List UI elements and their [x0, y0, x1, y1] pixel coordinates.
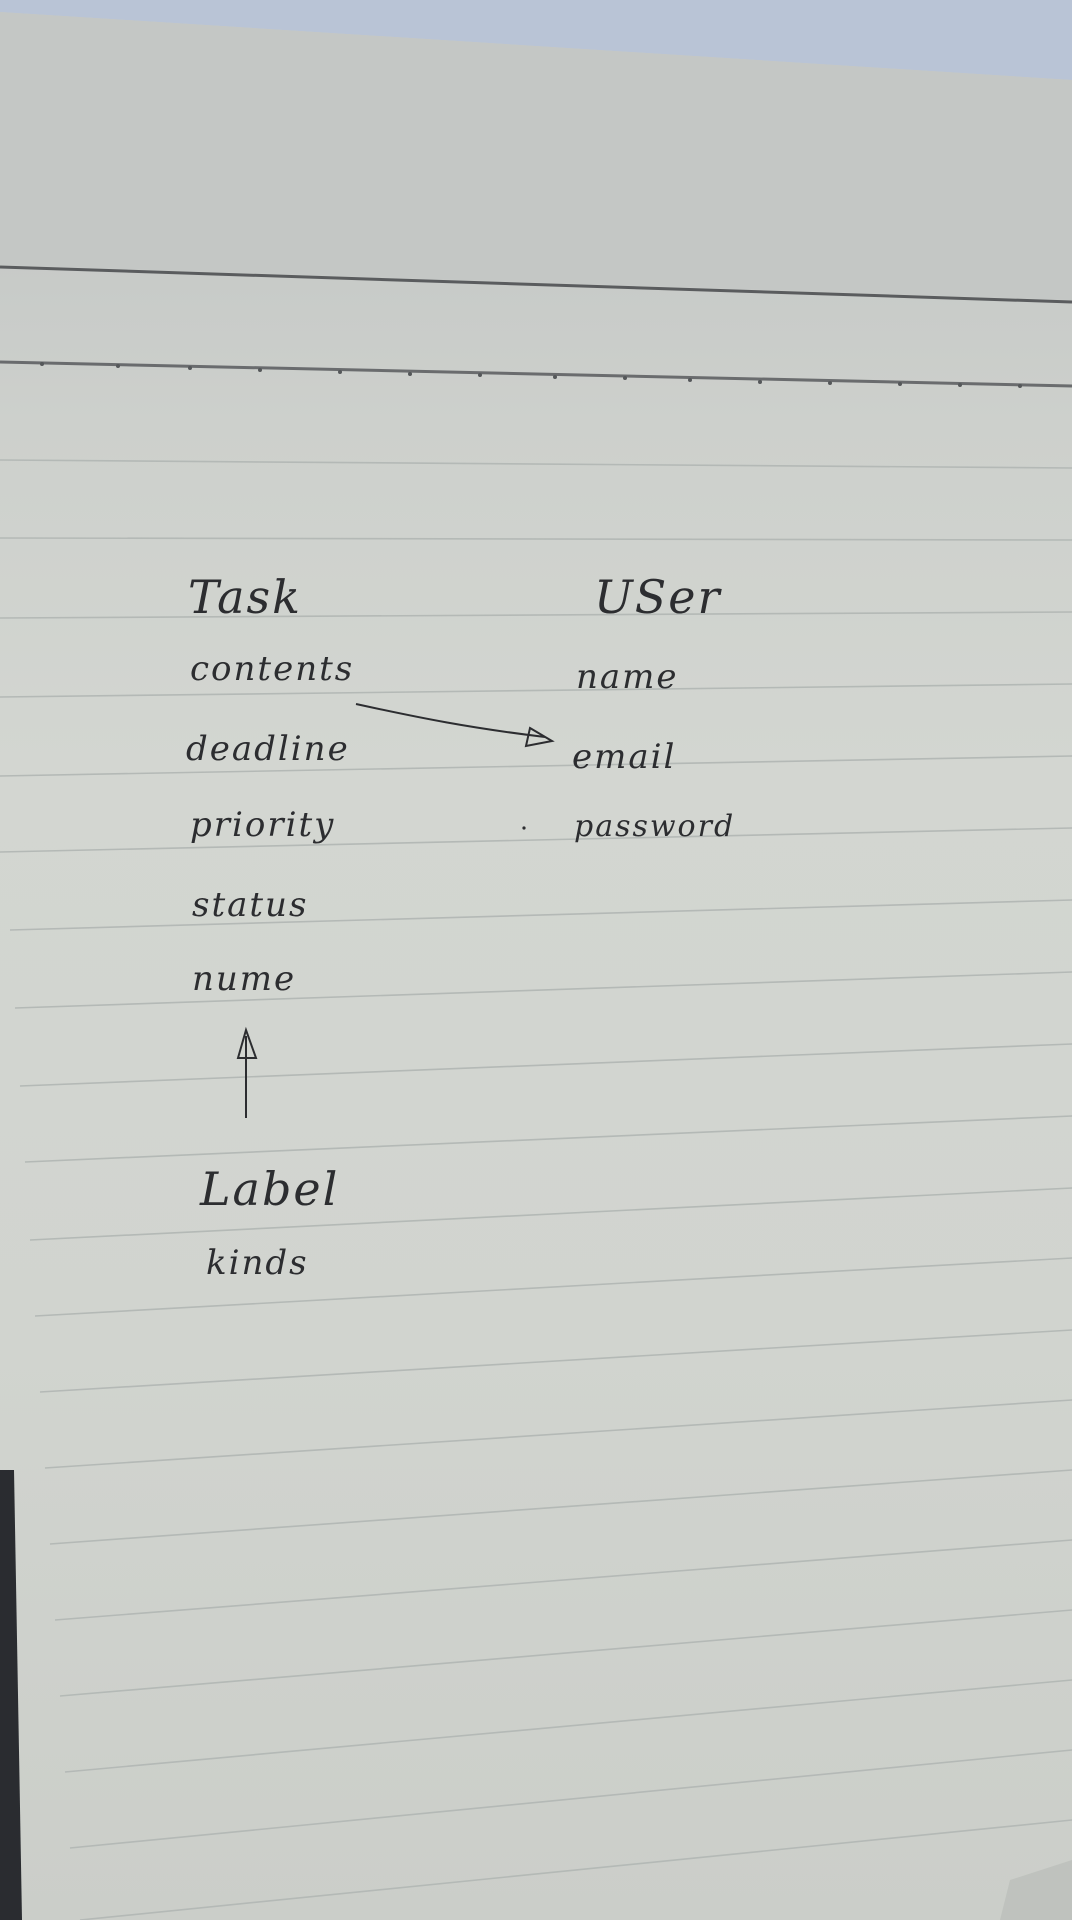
arrow-contents-to-email — [355, 703, 555, 748]
task-field-deadline: deadline — [186, 729, 350, 769]
label-field-kinds: kinds — [206, 1243, 309, 1283]
header-line-bottom — [0, 360, 1072, 388]
task-field-status: status — [192, 885, 309, 925]
user-field-email: email — [572, 737, 677, 777]
notebook-background — [0, 0, 1072, 1920]
user-field-name: name — [576, 657, 679, 697]
task-entity-title: Task — [188, 570, 303, 624]
task-field-priority: priority — [190, 805, 336, 845]
page-edge-shadow — [0, 1470, 22, 1920]
notebook-page: Task contents deadline priority status n… — [0, 0, 1072, 1920]
ruled-lines — [0, 459, 1072, 1920]
task-field-contents: contents — [190, 649, 355, 689]
corner-shadow — [1000, 1860, 1072, 1920]
user-entity-title: USer — [594, 570, 722, 624]
arrow-label-to-nume — [236, 1026, 258, 1118]
stray-dot — [522, 826, 526, 830]
user-field-password: password — [574, 809, 736, 844]
label-entity-title: Label — [200, 1162, 340, 1216]
task-field-nume: nume — [192, 959, 297, 999]
